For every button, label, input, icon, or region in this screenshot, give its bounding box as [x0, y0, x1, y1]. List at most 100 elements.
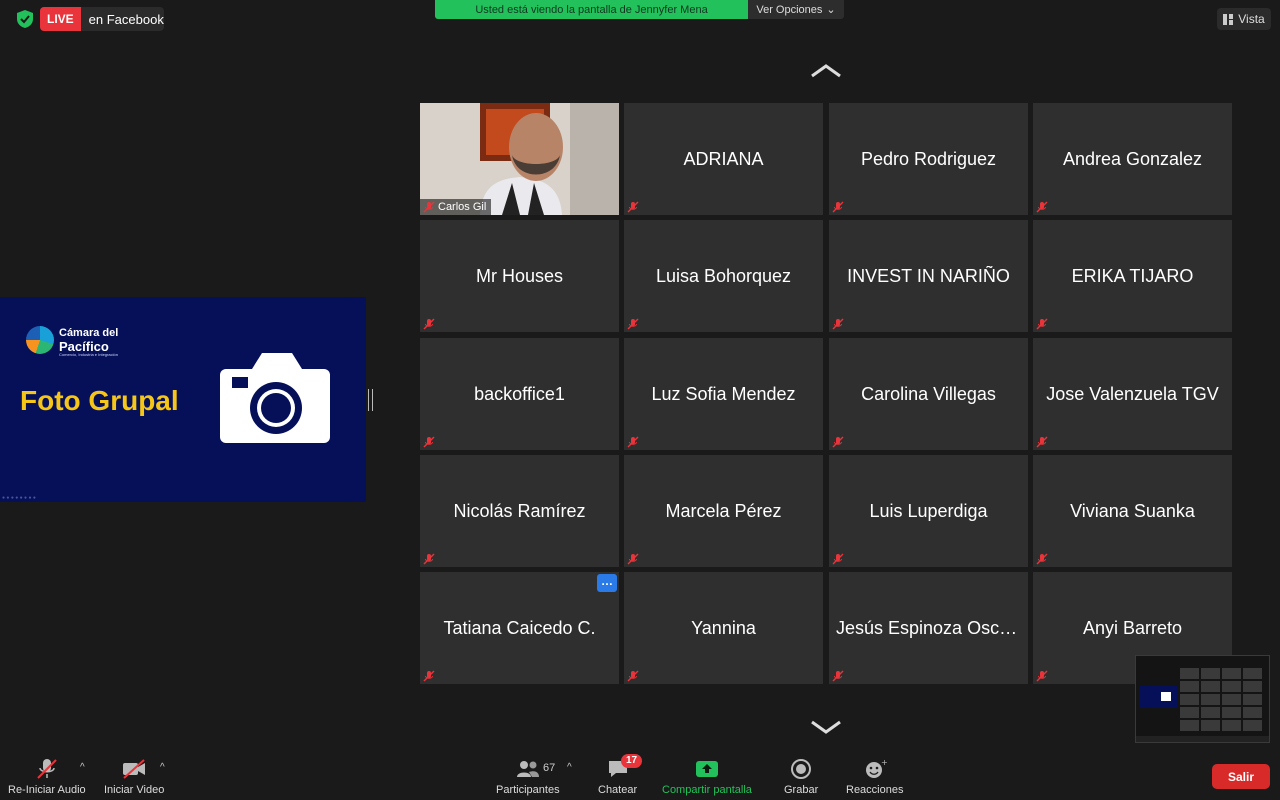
muted-microphone-icon	[423, 200, 435, 213]
participant-tile[interactable]: Carolina Villegas	[829, 338, 1028, 450]
reactions-emoji-icon: +	[865, 758, 888, 778]
share-screen-icon	[695, 761, 718, 777]
scroll-up-chevron-icon[interactable]	[809, 62, 843, 80]
self-view-thumbnail[interactable]	[1135, 655, 1270, 743]
participant-name: backoffice1	[474, 383, 565, 404]
participant-name: ERIKA TIJARO	[1071, 265, 1194, 286]
participants-count: 67	[543, 762, 556, 774]
muted-microphone-icon	[832, 317, 844, 330]
record-label: Grabar	[784, 784, 819, 796]
participant-name: Luisa Bohorquez	[655, 265, 792, 286]
muted-microphone-icon	[832, 200, 844, 213]
participant-tile[interactable]: backoffice1	[420, 338, 619, 450]
muted-microphone-icon	[423, 669, 435, 682]
slide-title: Foto Grupal	[20, 385, 179, 416]
participant-tile[interactable]: Pedro Rodriguez	[829, 103, 1028, 215]
audio-options-caret-icon[interactable]: ^	[80, 762, 85, 773]
participant-name: Jesús Espinoza Osca...	[836, 617, 1021, 638]
live-stream-badge[interactable]: LIVE en Facebook	[40, 7, 164, 31]
participant-tile[interactable]: Viviana Suanka	[1033, 455, 1232, 567]
participant-name: Luis Luperdiga	[869, 500, 988, 521]
live-platform: en Facebook	[88, 11, 164, 27]
muted-microphone-icon	[832, 552, 844, 565]
participant-name: Carolina Villegas	[861, 383, 996, 404]
muted-microphone-icon	[1036, 669, 1048, 682]
video-camera-off-icon	[123, 759, 146, 779]
participant-tile[interactable]: INVEST IN NARIÑO	[829, 220, 1028, 332]
share-screen-button[interactable]: Compartir pantalla	[662, 758, 752, 796]
muted-microphone-icon	[423, 552, 435, 565]
muted-microphone-icon	[627, 317, 639, 330]
participant-tile[interactable]: Tatiana Caicedo C.…	[420, 572, 619, 684]
participant-name: Luz Sofia Mendez	[651, 383, 796, 404]
svg-text:+: +	[881, 758, 888, 767]
participant-tile[interactable]: ERIKA TIJARO	[1033, 220, 1232, 332]
participant-name: Viviana Suanka	[1070, 500, 1195, 521]
participant-tile[interactable]: Luis Luperdiga	[829, 455, 1028, 567]
participant-tile[interactable]: Carlos Gil	[420, 103, 619, 215]
participant-name: Pedro Rodriguez	[860, 148, 997, 169]
view-layout-button[interactable]: Vista	[1217, 8, 1271, 30]
participant-tile[interactable]: Luisa Bohorquez	[624, 220, 823, 332]
view-layout-label: Vista	[1238, 12, 1265, 26]
slide-controls: ● ● ● ● ● ● ● ●	[2, 495, 36, 501]
camera-icon	[220, 353, 330, 443]
leave-meeting-button[interactable]: Salir	[1212, 764, 1270, 789]
chevron-down-icon: ⌄	[826, 4, 836, 16]
participant-tile[interactable]: Yannina	[624, 572, 823, 684]
record-button[interactable]: Grabar	[784, 758, 818, 796]
grid-view-icon	[1223, 13, 1234, 25]
screen-share-banner: Usted está viendo la pantalla de Jennyfe…	[435, 0, 748, 19]
reactions-button[interactable]: + Reacciones	[846, 758, 903, 796]
participant-name: Anyi Barreto	[1082, 617, 1183, 638]
view-options-button[interactable]: Ver Opciones ⌄	[748, 0, 844, 19]
participants-label: Participantes	[496, 784, 560, 796]
participant-name: INVEST IN NARIÑO	[847, 265, 1010, 286]
video-button[interactable]: Iniciar Video	[104, 758, 164, 796]
reactions-label: Reacciones	[846, 784, 904, 796]
muted-microphone-icon	[423, 435, 435, 448]
audio-label: Re-Iniciar Audio	[8, 784, 86, 796]
muted-microphone-icon	[627, 552, 639, 565]
microphone-muted-icon	[37, 759, 57, 779]
muted-microphone-icon	[1036, 200, 1048, 213]
participant-tile[interactable]: Jose Valenzuela TGV	[1033, 338, 1232, 450]
share-screen-label: Compartir pantalla	[662, 784, 752, 796]
muted-microphone-icon	[627, 669, 639, 682]
muted-microphone-icon	[627, 200, 639, 213]
chat-label: Chatear	[598, 784, 638, 796]
participant-name: Yannina	[691, 617, 756, 638]
participant-tile[interactable]: Nicolás Ramírez	[420, 455, 619, 567]
muted-microphone-icon	[1036, 552, 1048, 565]
participant-name: Andrea Gonzalez	[1062, 148, 1203, 169]
participant-tile[interactable]: Jesús Espinoza Osca...	[829, 572, 1028, 684]
muted-microphone-icon	[1036, 317, 1048, 330]
participant-tile[interactable]: Luz Sofia Mendez	[624, 338, 823, 450]
participant-tile[interactable]: Marcela Pérez	[624, 455, 823, 567]
participant-tile[interactable]: Andrea Gonzalez	[1033, 103, 1232, 215]
muted-microphone-icon	[832, 669, 844, 682]
audio-button[interactable]: Re-Iniciar Audio	[8, 758, 86, 796]
split-resize-handle[interactable]	[368, 389, 373, 411]
participant-name: Nicolás Ramírez	[453, 500, 586, 521]
participant-name: Jose Valenzuela TGV	[1046, 383, 1219, 404]
camara-logo-icon	[26, 326, 54, 354]
share-banner-text: Usted está viendo la pantalla de Jennyfe…	[475, 3, 708, 16]
leave-label: Salir	[1227, 769, 1254, 784]
participants-caret-icon[interactable]: ^	[567, 762, 572, 773]
video-options-caret-icon[interactable]: ^	[160, 762, 165, 773]
security-shield-icon[interactable]	[14, 9, 36, 29]
participant-name: ADRIANA	[683, 148, 764, 169]
participant-tile[interactable]: Mr Houses	[420, 220, 619, 332]
thumbnail-preview	[1136, 656, 1269, 742]
muted-microphone-icon	[627, 435, 639, 448]
more-options-icon[interactable]: …	[597, 574, 617, 592]
shared-screen-view[interactable]: Cámara del Pacífico Comercio, Industria …	[0, 297, 366, 502]
participant-tile[interactable]: ADRIANA	[624, 103, 823, 215]
record-icon	[791, 759, 812, 779]
muted-microphone-icon	[423, 317, 435, 330]
scroll-down-chevron-icon[interactable]	[809, 718, 843, 736]
participants-icon	[516, 761, 539, 777]
video-label: Iniciar Video	[104, 784, 165, 796]
muted-microphone-icon	[1036, 435, 1048, 448]
